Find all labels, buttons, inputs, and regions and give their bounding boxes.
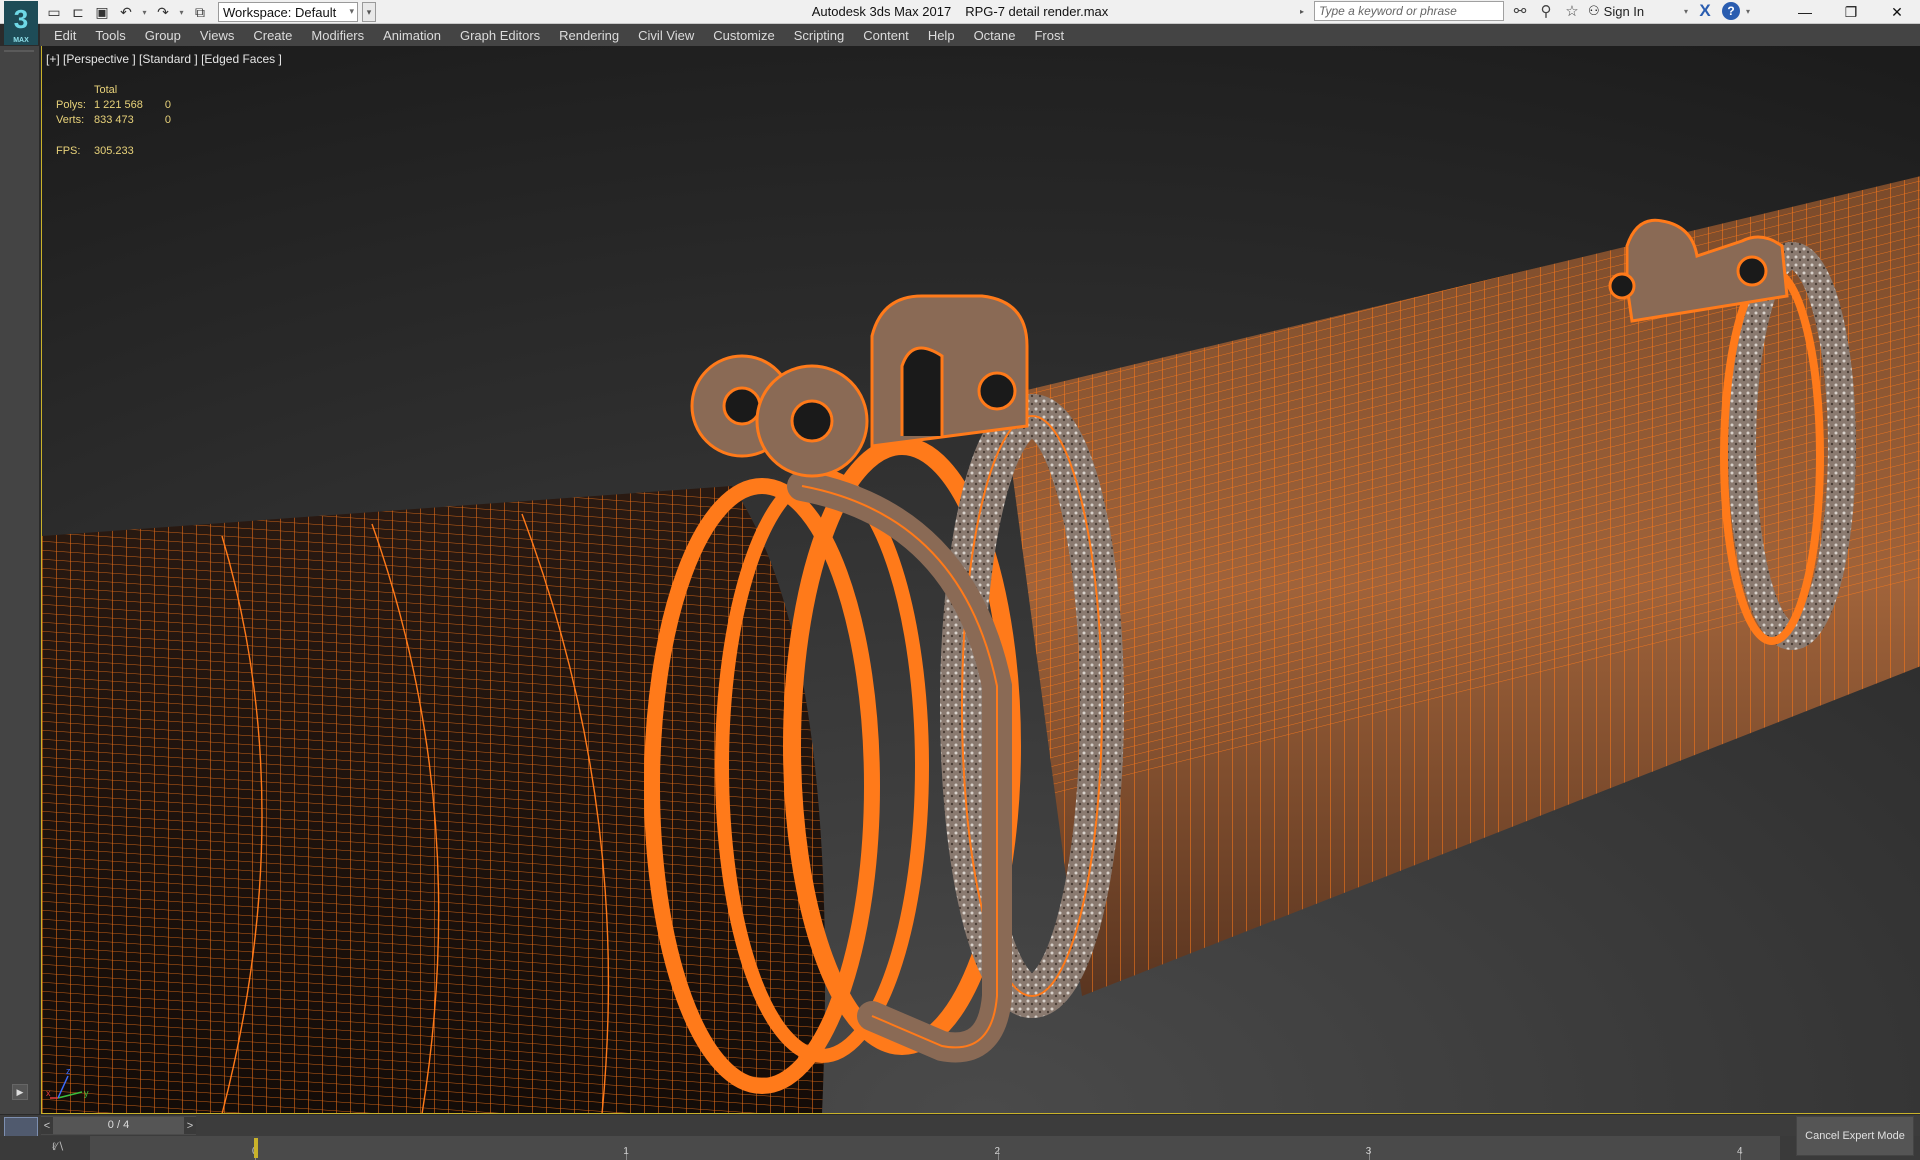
menu-graph-editors[interactable]: Graph Editors <box>460 28 540 43</box>
stats-polys-total: 1 221 568 <box>93 99 143 111</box>
next-frame-button[interactable]: > <box>184 1117 196 1134</box>
logo-subtext: MAX <box>13 37 29 44</box>
window-controls: — ❐ ✕ <box>1782 0 1920 24</box>
menu-edit[interactable]: Edit <box>54 28 76 43</box>
customize-toolbar-icon[interactable]: ▾ <box>362 2 376 22</box>
redo-dropdown-icon[interactable]: ▾ <box>177 2 186 22</box>
time-slider-area: < 0 / 4 > <box>0 1114 1920 1145</box>
curve-editor-icon[interactable]: ℓ∕∖ <box>52 1140 64 1153</box>
gizmo-z-label: z <box>66 1066 71 1076</box>
timeline-ruler[interactable]: 01234 <box>90 1136 1780 1160</box>
stats-total-header: Total <box>93 84 118 96</box>
menu-octane[interactable]: Octane <box>974 28 1016 43</box>
stats-fps-label: FPS: <box>56 145 81 157</box>
viewport-statistics: Total Polys: 1 221 568 0 Verts: 833 473 … <box>56 84 179 160</box>
favorites-star-icon[interactable]: ☆ <box>1562 1 1582 21</box>
stats-fps-value: 305.233 <box>93 145 134 157</box>
binoculars-icon[interactable]: ⚯ <box>1510 1 1530 21</box>
menu-scripting[interactable]: Scripting <box>794 28 845 43</box>
menu-create[interactable]: Create <box>253 28 292 43</box>
close-icon[interactable]: ✕ <box>1874 0 1920 24</box>
menu-views[interactable]: Views <box>200 28 234 43</box>
stats-verts-selected: 0 <box>164 114 172 126</box>
expand-arrow-icon[interactable]: ▸ <box>1300 7 1308 16</box>
search-input[interactable] <box>1314 1 1504 21</box>
gizmo-x-label: x <box>46 1088 51 1098</box>
play-animation-icon[interactable]: ▶ <box>12 1084 28 1100</box>
sign-in-button[interactable]: ⚇ Sign In ▾ <box>1588 3 1688 19</box>
quick-access-toolbar: ▭ ⊏ ▣ ↶ ▾ ↷ ▾ ⧉ Workspace: Default ▾ ▾ <box>44 2 376 22</box>
product-name: Autodesk 3ds Max 2017 <box>811 4 952 19</box>
project-folder-icon[interactable]: ⧉ <box>190 2 210 22</box>
menu-tools[interactable]: Tools <box>95 28 125 43</box>
redo-icon[interactable]: ↷ <box>153 2 173 22</box>
infocenter: ▸ ⚯ ⚲ ☆ ⚇ Sign In ▾ X ? ▾ <box>1300 1 1750 21</box>
communication-center-icon[interactable]: ⚲ <box>1536 1 1556 21</box>
timeline-tick-label: 3 <box>1365 1146 1372 1157</box>
cancel-expert-mode-button[interactable]: Cancel Expert Mode <box>1796 1116 1914 1156</box>
restore-icon[interactable]: ❐ <box>1828 0 1874 24</box>
menu-bar: Edit Tools Group Views Create Modifiers … <box>40 24 1920 46</box>
viewport-scene <box>42 46 1920 1113</box>
menu-customize[interactable]: Customize <box>713 28 774 43</box>
help-dropdown-icon[interactable]: ▾ <box>1746 7 1750 16</box>
strip-divider <box>4 50 34 52</box>
track-bar[interactable]: ℓ∕∖ 01234 <box>0 1136 1920 1160</box>
sign-in-label: Sign In <box>1603 3 1645 19</box>
minimize-icon[interactable]: — <box>1782 0 1828 24</box>
new-file-icon[interactable]: ▭ <box>44 2 64 22</box>
previous-frame-button[interactable]: < <box>41 1117 53 1134</box>
left-command-strip <box>0 46 40 1114</box>
title-bar: ▭ ⊏ ▣ ↶ ▾ ↷ ▾ ⧉ Workspace: Default ▾ ▾ A… <box>0 0 1920 24</box>
gizmo-y-label: y <box>84 1088 89 1098</box>
timeline-tick-label: 2 <box>994 1146 1001 1157</box>
axis-gizmo-icon: y z x <box>46 1066 89 1099</box>
stats-verts-total: 833 473 <box>93 114 134 126</box>
stats-verts-label: Verts: <box>56 114 85 126</box>
chevron-down-icon: ▾ <box>1683 6 1688 16</box>
logo-glyph: 3 <box>13 4 29 34</box>
viewport-label[interactable]: [+] [Perspective ] [Standard ] [Edged Fa… <box>46 52 282 66</box>
current-frame-marker[interactable] <box>254 1138 258 1158</box>
workspace-dropdown[interactable]: Workspace: Default ▾ <box>218 2 358 22</box>
file-name: RPG-7 detail render.max <box>965 4 1109 19</box>
perspective-viewport[interactable]: [+] [Perspective ] [Standard ] [Edged Fa… <box>41 46 1920 1114</box>
menu-civil-view[interactable]: Civil View <box>638 28 694 43</box>
menu-frost[interactable]: Frost <box>1034 28 1064 43</box>
app-logo[interactable]: 3 MAX <box>4 1 38 45</box>
undo-icon[interactable]: ↶ <box>116 2 136 22</box>
user-icon: ⚇ <box>1588 3 1600 18</box>
stats-polys-selected: 0 <box>164 99 172 111</box>
autodesk-exchange-icon[interactable]: X <box>1694 1 1716 21</box>
help-icon[interactable]: ? <box>1722 2 1740 20</box>
menu-rendering[interactable]: Rendering <box>559 28 619 43</box>
frame-indicator[interactable]: 0 / 4 <box>53 1117 184 1134</box>
timeline-tick-label: 4 <box>1737 1146 1743 1157</box>
workspace-label: Workspace: Default <box>223 4 337 20</box>
menu-help[interactable]: Help <box>928 28 955 43</box>
save-icon[interactable]: ▣ <box>92 2 112 22</box>
menu-content[interactable]: Content <box>863 28 909 43</box>
chevron-down-icon: ▾ <box>349 6 354 16</box>
open-file-icon[interactable]: ⊏ <box>68 2 88 22</box>
stats-polys-label: Polys: <box>56 99 86 111</box>
timeline-tick-label: 1 <box>623 1146 629 1157</box>
time-slider[interactable]: < 0 / 4 > <box>41 1116 196 1135</box>
undo-dropdown-icon[interactable]: ▾ <box>140 2 149 22</box>
menu-group[interactable]: Group <box>145 28 181 43</box>
menu-modifiers[interactable]: Modifiers <box>311 28 364 43</box>
menu-animation[interactable]: Animation <box>383 28 441 43</box>
